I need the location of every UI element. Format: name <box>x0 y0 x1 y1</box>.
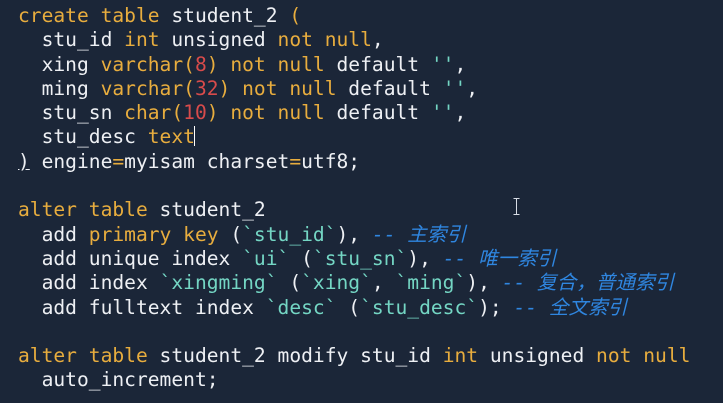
code-text: ( <box>289 246 313 270</box>
code-text: stu_id <box>18 28 125 52</box>
sql-keyword: varchar( <box>100 76 195 100</box>
number-literal: 32 <box>194 76 219 100</box>
code-text: , <box>466 76 479 100</box>
string-literal: `xingming` <box>159 271 278 295</box>
sql-keyword: not null <box>230 101 325 125</box>
sql-keyword: not null <box>242 76 337 100</box>
string-literal: `ming` <box>395 271 467 295</box>
code-text: ), <box>407 246 443 270</box>
text-caret <box>193 126 196 147</box>
string-literal: '' <box>430 52 455 76</box>
text-cursor-ibeam-icon <box>513 198 520 215</box>
sql-keyword: not null <box>230 52 325 76</box>
code-text: default <box>324 101 431 125</box>
sql-keyword: = <box>112 149 125 173</box>
code-comment: -- 全文索引 <box>513 295 628 319</box>
code-line[interactable]: ) engine=myisam charset=utf8; <box>18 150 723 174</box>
code-text: utf8; <box>301 149 361 173</box>
string-literal: `desc` <box>265 295 337 319</box>
code-text: ming <box>18 76 101 100</box>
sql-keyword: alter table <box>18 344 148 368</box>
code-line[interactable]: auto_increment; <box>18 368 723 392</box>
string-literal: `stu_sn` <box>312 246 408 270</box>
sql-keyword: not null <box>596 344 691 368</box>
code-text: stu_sn <box>18 101 125 125</box>
blank-line[interactable] <box>18 320 723 344</box>
string-literal: `stu_id` <box>242 222 337 246</box>
code-text: ); <box>478 295 514 319</box>
code-line[interactable]: add unique index `ui` (`stu_sn`), -- 唯一索… <box>18 247 723 271</box>
number-literal: 10 <box>183 101 207 125</box>
code-text: default <box>336 76 443 100</box>
sql-keyword: alter table <box>18 198 148 222</box>
code-text: add unique index <box>18 246 243 270</box>
sql-keyword: ) <box>206 101 231 125</box>
string-literal: `stu_desc` <box>360 295 479 319</box>
sql-keyword: not null <box>277 28 372 52</box>
code-line[interactable]: stu_id int unsigned not null, <box>18 28 723 52</box>
code-text: , <box>454 101 467 125</box>
code-text: xing <box>18 52 101 76</box>
code-text: student_2 <box>147 198 266 222</box>
code-text: auto_increment; <box>18 368 219 392</box>
sql-keyword: = <box>289 149 302 173</box>
code-line[interactable]: alter table student_2 <box>18 198 723 222</box>
code-line[interactable]: add index `xingming` (`xing`, `ming`), -… <box>18 271 723 295</box>
code-text: default <box>324 52 431 76</box>
number-literal: 8 <box>194 52 207 76</box>
code-text: engine <box>29 149 113 173</box>
blank-line[interactable] <box>18 174 723 198</box>
sql-keyword: ( <box>289 4 302 27</box>
code-text: ( <box>218 222 243 246</box>
sql-keyword: int <box>442 344 479 368</box>
code-line[interactable]: stu_desc text <box>18 125 723 149</box>
code-text: add index <box>18 271 160 295</box>
sql-keyword: ) <box>206 52 231 76</box>
code-text: add <box>18 222 89 246</box>
code-line[interactable]: xing varchar(8) not null default '', <box>18 53 723 77</box>
code-text: unsigned <box>159 28 278 52</box>
sql-keyword: char( <box>124 101 184 125</box>
code-comment: -- 主索引 <box>371 222 467 246</box>
sql-keyword: create table <box>18 4 160 27</box>
sql-keyword: int <box>124 28 160 52</box>
sql-keyword: primary key <box>88 222 219 246</box>
code-text: unsigned <box>478 344 597 368</box>
code-text: ( <box>277 271 302 295</box>
code-text: ), <box>336 222 372 246</box>
code-text: ) <box>18 149 30 173</box>
code-line[interactable]: create table student_2 ( <box>18 4 723 28</box>
code-lines[interactable]: create table student_2 ( stu_id int unsi… <box>18 4 723 393</box>
code-text: student_2 modify stu_id <box>147 344 443 368</box>
code-line[interactable]: stu_sn char(10) not null default '', <box>18 101 723 125</box>
code-text: ), <box>466 271 502 295</box>
code-text: add fulltext index <box>18 295 266 319</box>
code-text: , <box>371 28 384 52</box>
string-literal: '' <box>430 101 455 125</box>
code-text: ( <box>336 295 361 319</box>
code-text: , <box>454 52 467 76</box>
code-editor[interactable]: create table student_2 ( stu_id int unsi… <box>0 0 723 403</box>
code-line[interactable]: add primary key (`stu_id`), -- 主索引 <box>18 223 723 247</box>
string-literal: `xing` <box>301 271 372 295</box>
code-text: myisam charset <box>124 149 290 173</box>
sql-keyword: varchar( <box>100 52 195 76</box>
code-line[interactable]: alter table student_2 modify stu_id int … <box>18 344 723 368</box>
string-literal: `ui` <box>242 246 290 270</box>
code-text: stu_desc <box>18 125 148 149</box>
sql-keyword: ) <box>218 76 243 100</box>
code-comment: -- 唯一索引 <box>442 246 557 270</box>
string-literal: '' <box>442 76 467 100</box>
sql-keyword: text <box>147 125 195 149</box>
code-comment: -- 复合，普通索引 <box>501 271 675 295</box>
code-line[interactable]: add fulltext index `desc` (`stu_desc`); … <box>18 296 723 320</box>
code-text: , <box>371 271 396 295</box>
code-line[interactable]: ming varchar(32) not null default '', <box>18 77 723 101</box>
code-text: student_2 <box>159 4 290 27</box>
